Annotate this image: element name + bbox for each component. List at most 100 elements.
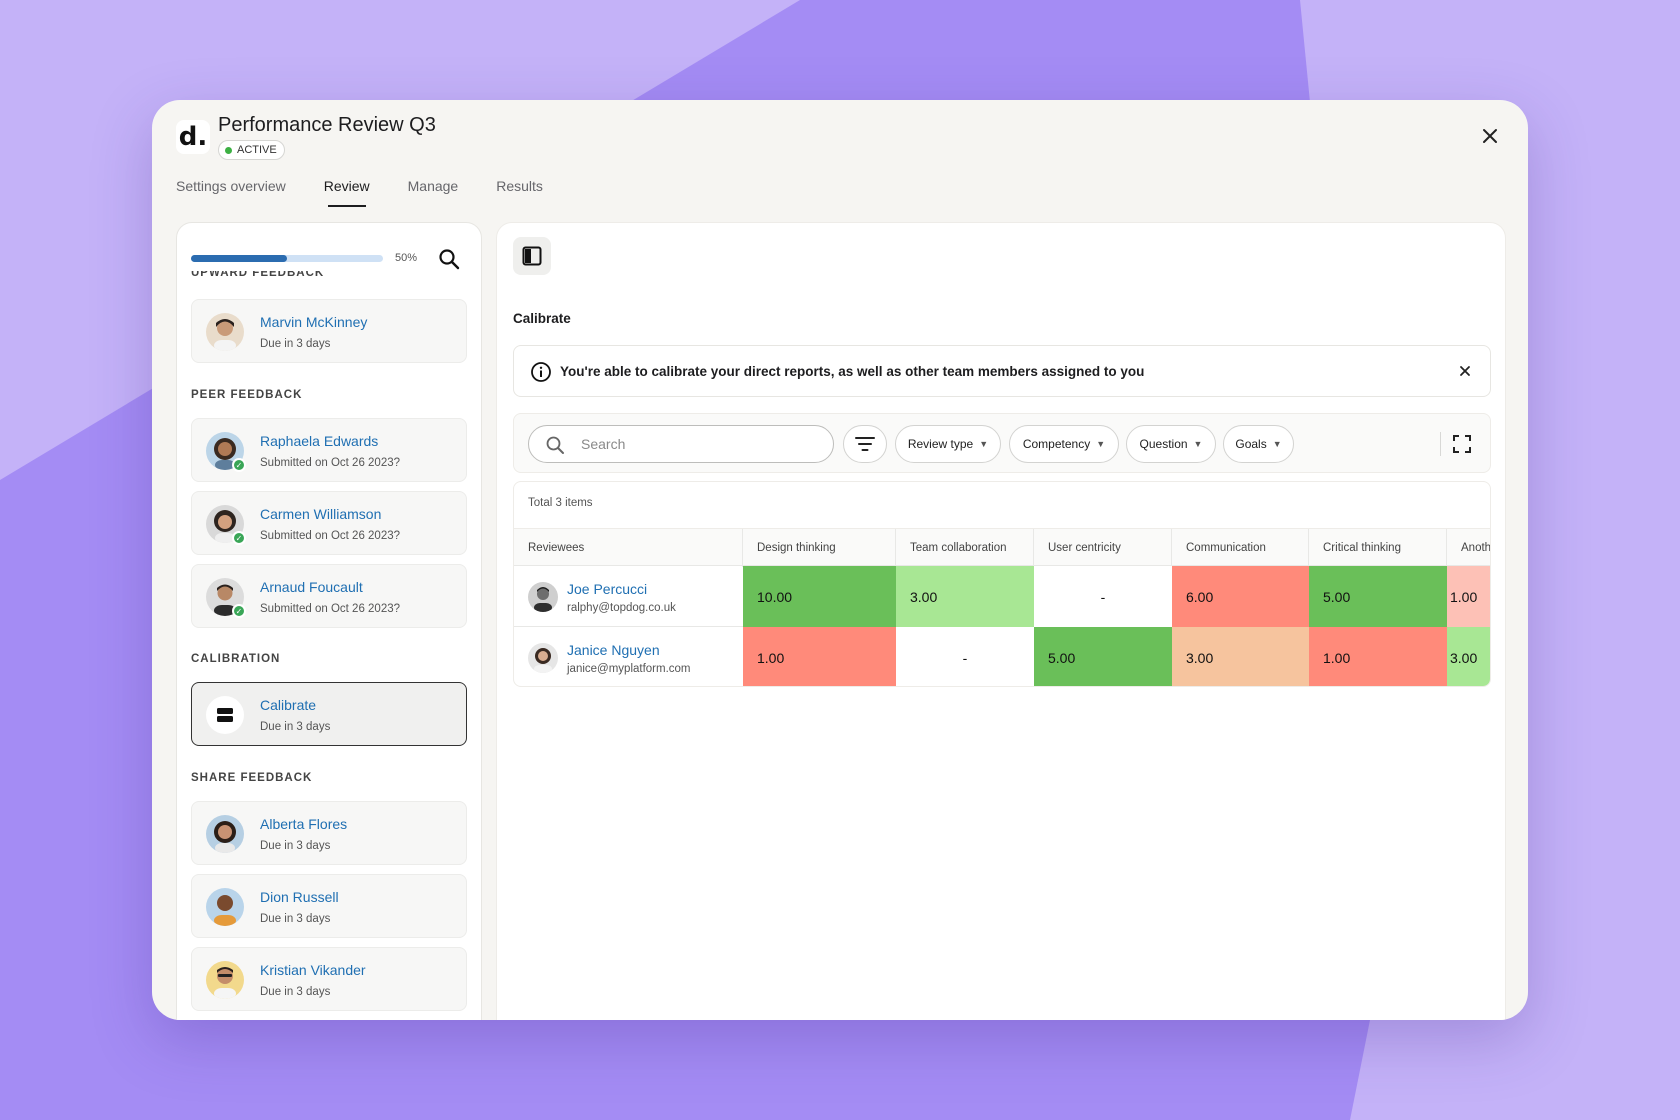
card-name: Arnaud Foucault	[260, 579, 363, 595]
section-title: Calibrate	[513, 311, 571, 326]
list-item[interactable]: Marvin McKinney Due in 3 days	[191, 299, 467, 363]
card-name: Calibrate	[260, 697, 317, 713]
review-window: d. Performance Review Q3 ACTIVE Settings…	[152, 100, 1528, 1020]
tab-manage[interactable]: Manage	[408, 178, 459, 208]
card-submitted-date: Submitted on Oct 26 2023?	[260, 457, 401, 469]
card-name: Alberta Flores	[260, 816, 348, 832]
progress-bar	[191, 255, 383, 262]
submitted-check-icon: ✓	[232, 604, 246, 618]
table-header: Reviewees Design thinking Team collabora…	[514, 528, 1490, 567]
chevron-down-icon: ▼	[1272, 439, 1282, 449]
app-logo: d.	[176, 120, 210, 154]
filter-goals[interactable]: Goals ▼	[1223, 425, 1294, 463]
progress-label: 50%	[395, 252, 418, 264]
avatar	[528, 643, 558, 673]
score-cell[interactable]: 6.00	[1172, 566, 1309, 627]
list-item[interactable]: ✓ Carmen Williamson Submitted on Oct 26 …	[191, 491, 467, 555]
search-field	[528, 425, 834, 463]
score-cell[interactable]: 3.00	[896, 566, 1034, 627]
status-badge: ACTIVE	[218, 140, 285, 160]
avatar	[206, 815, 244, 853]
column-header[interactable]: Team collaboration	[896, 529, 1034, 567]
avatar	[206, 313, 244, 351]
avatar	[206, 961, 244, 999]
feedback-sidebar: 50% UPWARD FEEDBACK Marvin McKinney Due …	[176, 222, 482, 1020]
column-header[interactable]: Design thinking	[743, 529, 896, 567]
filter-icon[interactable]	[843, 425, 887, 463]
list-item[interactable]: ✓ Raphaela Edwards Submitted on Oct 26 2…	[191, 418, 467, 482]
avatar	[528, 582, 558, 612]
filter-question[interactable]: Question ▼	[1126, 425, 1216, 463]
table-row[interactable]: Joe Percucci ralphy@topdog.co.uk 10.00 3…	[514, 566, 1490, 627]
score-cell[interactable]: -	[1034, 566, 1172, 627]
table-row[interactable]: Janice Nguyen janice@myplatform.com 1.00…	[514, 627, 1490, 686]
tab-review[interactable]: Review	[324, 178, 370, 208]
filter-label: Competency	[1022, 437, 1091, 451]
card-due: Due in 3 days	[260, 913, 331, 925]
page-title: Performance Review Q3	[218, 114, 436, 136]
chevron-down-icon: ▼	[1193, 439, 1203, 449]
calibrate-icon	[206, 696, 244, 734]
score-cell[interactable]: 5.00	[1309, 566, 1447, 627]
list-item[interactable]: ✓ Arnaud Foucault Submitted on Oct 26 20…	[191, 564, 467, 628]
status-badge-label: ACTIVE	[237, 144, 277, 156]
info-banner: You're able to calibrate your direct rep…	[513, 345, 1491, 397]
search-input[interactable]	[581, 426, 821, 462]
score-cell[interactable]: 3.00	[1447, 627, 1490, 686]
column-header[interactable]: Reviewees	[514, 529, 743, 567]
column-header[interactable]: User centricity	[1034, 529, 1172, 567]
reviewee-cell: Joe Percucci ralphy@topdog.co.uk	[514, 566, 742, 627]
section-label-calibration: CALIBRATION	[191, 653, 281, 665]
card-name: Kristian Vikander	[260, 962, 366, 978]
info-message: You're able to calibrate your direct rep…	[560, 364, 1145, 379]
submitted-check-icon: ✓	[232, 458, 246, 472]
list-item[interactable]: Kristian Vikander Due in 3 days	[191, 947, 467, 1011]
reviewee-name[interactable]: Joe Percucci	[567, 581, 647, 597]
score-cell[interactable]: 10.00	[743, 566, 896, 627]
score-cell[interactable]: -	[896, 627, 1034, 686]
filter-competency[interactable]: Competency ▼	[1009, 425, 1119, 463]
filter-review-type[interactable]: Review type ▼	[895, 425, 1001, 463]
score-cell[interactable]: 1.00	[1309, 627, 1447, 686]
tab-settings-overview[interactable]: Settings overview	[176, 178, 286, 208]
card-due: Due in 3 days	[260, 840, 331, 852]
divider	[1440, 432, 1441, 456]
reviewee-name[interactable]: Janice Nguyen	[567, 642, 660, 658]
header: d. Performance Review Q3 ACTIVE	[176, 114, 1504, 174]
score-cell[interactable]: 1.00	[1447, 566, 1490, 627]
list-item[interactable]: Dion Russell Due in 3 days	[191, 874, 467, 938]
section-label-peer-feedback: PEER FEEDBACK	[191, 389, 303, 401]
search-icon[interactable]	[437, 247, 461, 271]
sidebar-toggle-icon[interactable]	[513, 237, 551, 275]
filter-bar: Review type ▼ Competency ▼ Question ▼ Go…	[513, 413, 1491, 473]
card-name: Marvin McKinney	[260, 314, 368, 330]
submitted-check-icon: ✓	[232, 531, 246, 545]
list-item[interactable]: Alberta Flores Due in 3 days	[191, 801, 467, 865]
card-submitted-date: Submitted on Oct 26 2023?	[260, 603, 401, 615]
score-cell[interactable]: 5.00	[1034, 627, 1172, 686]
expand-icon[interactable]	[1450, 432, 1474, 456]
column-header[interactable]: Critical thinking	[1309, 529, 1447, 567]
reviewee-cell: Janice Nguyen janice@myplatform.com	[514, 627, 742, 686]
card-name: Raphaela Edwards	[260, 433, 379, 449]
section-label-share-feedback: SHARE FEEDBACK	[191, 772, 313, 784]
close-icon[interactable]	[1454, 360, 1476, 382]
progress-fill	[191, 255, 287, 262]
search-icon	[546, 436, 564, 454]
card-name: Dion Russell	[260, 889, 339, 905]
close-icon[interactable]	[1478, 124, 1502, 148]
column-header[interactable]: Anoth	[1447, 529, 1490, 567]
section-label-upward-feedback: UPWARD FEEDBACK	[191, 271, 325, 279]
reviewee-email: janice@myplatform.com	[567, 663, 691, 675]
tab-results[interactable]: Results	[496, 178, 543, 208]
column-header[interactable]: Communication	[1172, 529, 1309, 567]
score-cell[interactable]: 3.00	[1172, 627, 1309, 686]
score-cell[interactable]: 1.00	[743, 627, 896, 686]
card-due: Due in 3 days	[260, 986, 331, 998]
filter-label: Goals	[1235, 437, 1267, 451]
card-due: Due in 3 days	[260, 721, 331, 733]
info-icon	[530, 361, 552, 383]
calibrate-panel: Calibrate You're able to calibrate your …	[496, 222, 1506, 1020]
calibrate-item[interactable]: Calibrate Due in 3 days	[191, 682, 467, 746]
reviewee-email: ralphy@topdog.co.uk	[567, 602, 676, 614]
